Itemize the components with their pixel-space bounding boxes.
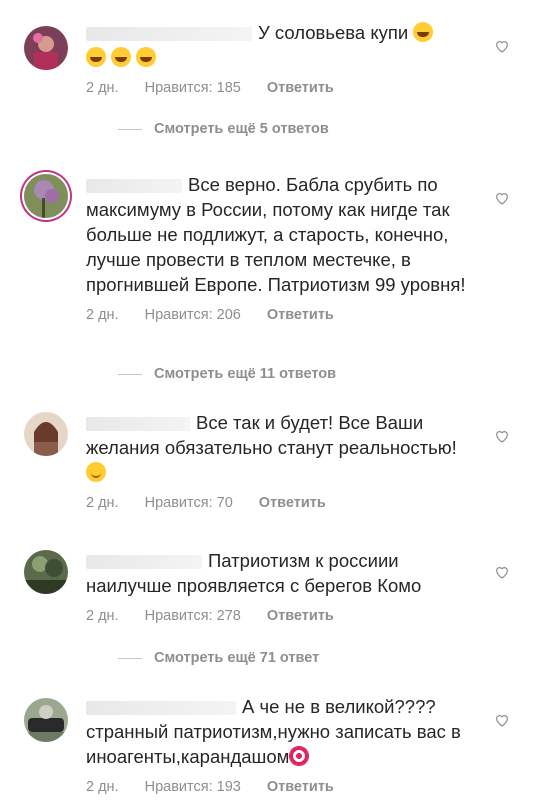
reply-button[interactable]: Ответить — [259, 495, 326, 511]
view-more-replies[interactable]: Смотреть ещё 71 ответ — [118, 650, 319, 666]
comment-text: У соловьева купи — [86, 20, 476, 70]
comment-5: А че не в великой???? странный патриотиз… — [0, 692, 538, 800]
like-count[interactable]: Нравится: 193 — [145, 779, 241, 795]
comment-time: 2 дн. — [86, 608, 119, 624]
heart-outline-icon[interactable] — [494, 38, 510, 54]
view-more-replies-label: Смотреть ещё 11 ответов — [154, 366, 337, 382]
comment-4: Патриотизм к россиии наилучше проявляетс… — [0, 548, 538, 638]
like-count[interactable]: Нравится: 278 — [145, 608, 241, 624]
avatar[interactable] — [24, 26, 68, 70]
username-blurred[interactable] — [86, 417, 190, 432]
reply-button[interactable]: Ответить — [267, 307, 334, 323]
view-more-replies-label: Смотреть ещё 5 ответов — [154, 121, 329, 137]
comment-meta: 2 дн. Нравится: 206 Ответить — [86, 307, 476, 323]
divider-line — [118, 657, 142, 659]
view-more-replies[interactable]: Смотреть ещё 11 ответов — [118, 366, 336, 382]
comment-text: А че не в великой???? странный патриотиз… — [86, 694, 476, 769]
comment-text: Патриотизм к россиии наилучше проявляетс… — [86, 548, 476, 598]
smiling-face-icon — [86, 462, 106, 482]
comment-body: Все так и будет! Все Ваши желания обязат… — [86, 410, 476, 511]
direct-hit-icon — [289, 746, 310, 766]
heart-outline-icon[interactable] — [494, 190, 510, 206]
username-blurred[interactable] — [86, 555, 202, 570]
face-with-tears-of-joy-icon — [413, 22, 434, 42]
avatar[interactable] — [24, 174, 68, 218]
comment-meta: 2 дн. Нравится: 278 Ответить — [86, 608, 476, 624]
comment-text: Все так и будет! Все Ваши желания обязат… — [86, 410, 476, 485]
comment-meta: 2 дн. Нравится: 193 Ответить — [86, 779, 476, 795]
username-blurred[interactable] — [86, 27, 252, 42]
like-count[interactable]: Нравится: 185 — [145, 80, 241, 96]
comment-body: Все верно. Бабла срубить по максимуму в … — [86, 172, 476, 323]
face-with-tears-of-joy-icon — [136, 47, 157, 67]
comment-2: Все верно. Бабла срубить по максимуму в … — [0, 166, 538, 356]
comment-1: У соловьева купи 2 дн. Нравится: 185 Ответ… — [0, 14, 538, 124]
comment-text: Все верно. Бабла срубить по максимуму в … — [86, 172, 476, 297]
username-blurred[interactable] — [86, 701, 236, 716]
comment-body: Патриотизм к россиии наилучше проявляетс… — [86, 548, 476, 624]
like-count[interactable]: Нравится: 206 — [145, 307, 241, 323]
heart-outline-icon[interactable] — [494, 564, 510, 580]
comment-time: 2 дн. — [86, 80, 119, 96]
heart-outline-icon[interactable] — [494, 712, 510, 728]
reply-button[interactable]: Ответить — [267, 80, 334, 96]
comment-3: Все так и будет! Все Ваши желания обязат… — [0, 410, 538, 520]
face-with-tears-of-joy-icon — [86, 47, 106, 67]
avatar[interactable] — [24, 698, 68, 742]
comment-time: 2 дн. — [86, 495, 119, 511]
comment-meta: 2 дн. Нравится: 70 Ответить — [86, 495, 476, 511]
avatar[interactable] — [24, 412, 68, 456]
divider-line — [118, 128, 142, 130]
username-blurred[interactable] — [86, 179, 182, 194]
reply-button[interactable]: Ответить — [267, 608, 334, 624]
comment-meta: 2 дн. Нравится: 185 Ответить — [86, 80, 476, 96]
avatar[interactable] — [24, 550, 68, 594]
view-more-replies[interactable]: Смотреть ещё 5 ответов — [118, 121, 329, 137]
view-more-replies-label: Смотреть ещё 71 ответ — [154, 650, 320, 666]
face-with-tears-of-joy-icon — [111, 47, 132, 67]
divider-line — [118, 373, 142, 375]
comment-body: У соловьева купи 2 дн. Нравится: 185 Ответ… — [86, 20, 476, 96]
like-count[interactable]: Нравится: 70 — [145, 495, 233, 511]
comment-text-content: У соловьева купи — [258, 22, 409, 43]
heart-outline-icon[interactable] — [494, 428, 510, 444]
reply-button[interactable]: Ответить — [267, 779, 334, 795]
comment-time: 2 дн. — [86, 307, 119, 323]
comment-time: 2 дн. — [86, 779, 119, 795]
comment-body: А че не в великой???? странный патриотиз… — [86, 694, 476, 795]
